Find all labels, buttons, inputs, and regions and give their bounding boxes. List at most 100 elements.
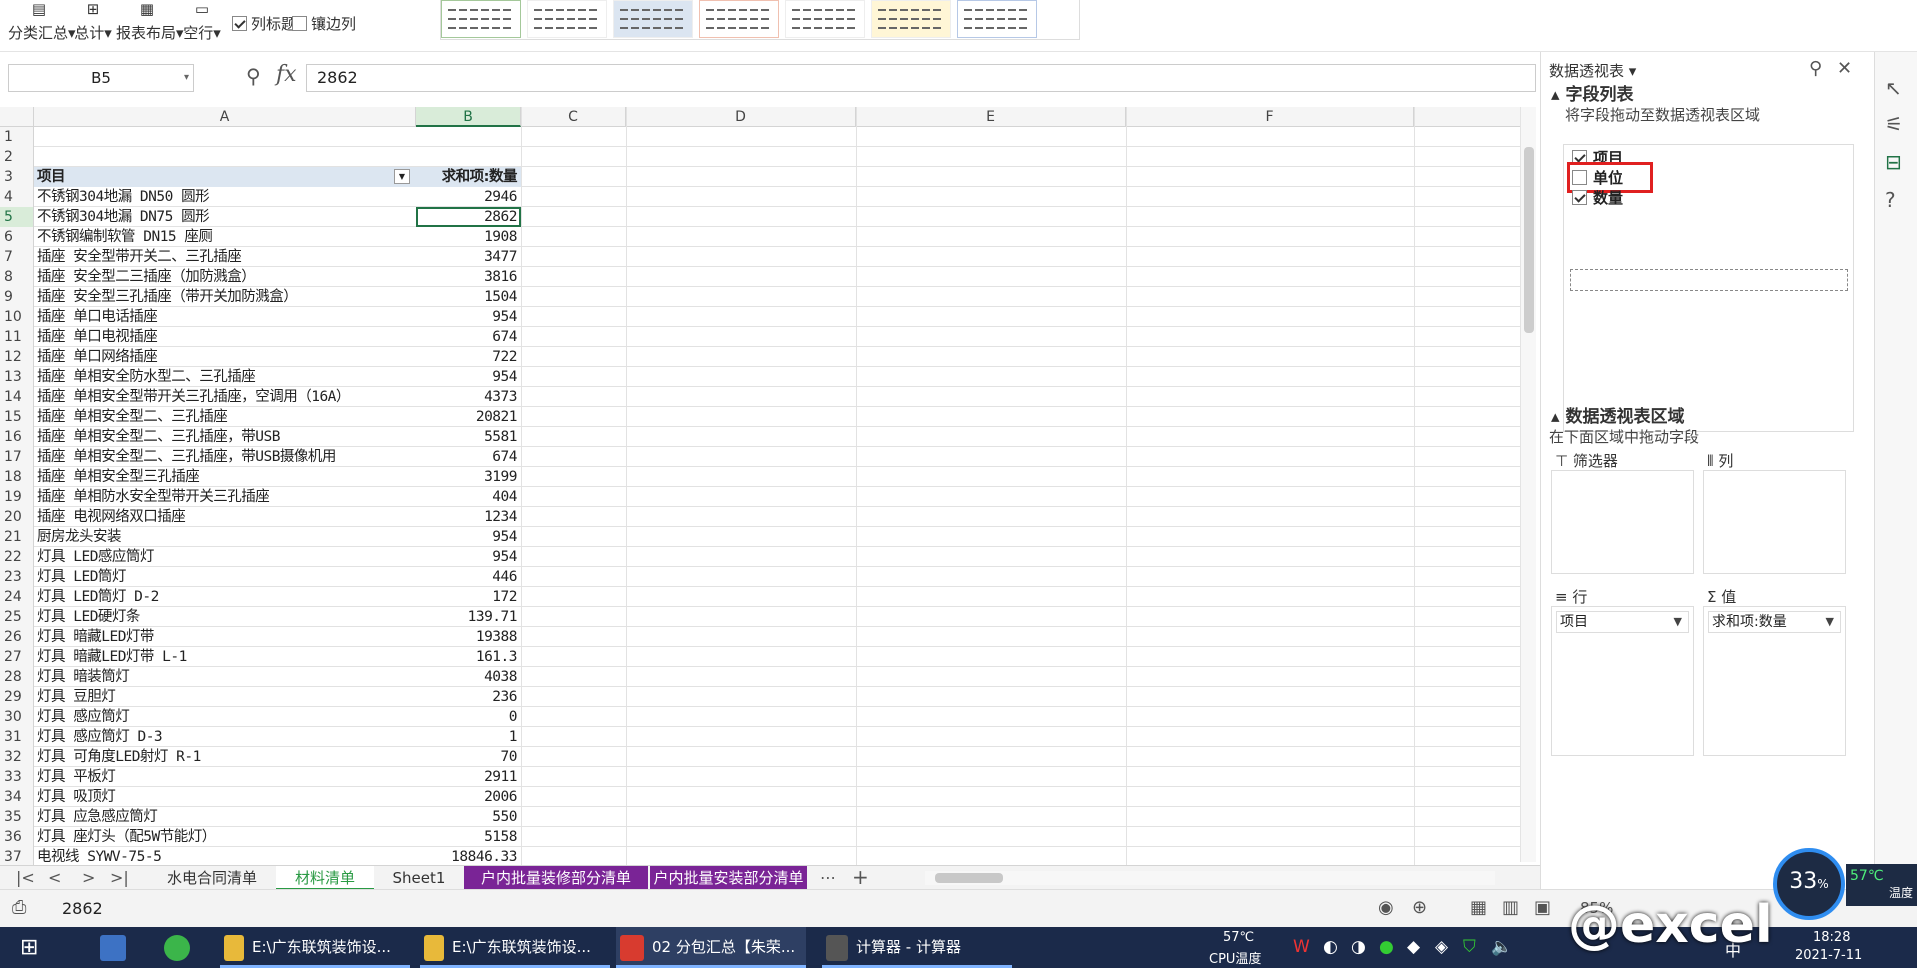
fx-icon[interactable]: fx [276,62,297,87]
vertical-scrollbar[interactable] [1520,107,1536,862]
column-header-g[interactable] [1414,107,1520,127]
cell-item[interactable]: 插座 单相安全型带开关三孔插座，空调用（16A） [34,387,416,407]
cell-value[interactable]: 2946 [416,187,521,207]
zoom-icon[interactable]: ⚲ [246,64,261,88]
close-icon[interactable]: ✕ [1837,58,1852,79]
name-box[interactable]: B5 ▾ [8,64,194,92]
cell-value[interactable]: 1908 [416,227,521,247]
cell-item[interactable]: 插座 单相安全型三孔插座 [34,467,416,487]
cell-item[interactable]: 灯具 可角度LED射灯 R-1 [34,747,416,767]
pivot-style-swatch[interactable] [785,0,865,38]
cell-item[interactable]: 灯具 座灯头（配5W节能灯） [34,827,416,847]
row-header[interactable]: 37 [0,847,34,865]
tray-icon[interactable]: ◐ [1323,937,1338,957]
cell-value[interactable]: 674 [416,447,521,467]
areas-title[interactable]: ▴ 数据透视表区域 [1551,402,1684,427]
row-header[interactable]: 29 [0,687,34,707]
app-icon[interactable] [96,927,134,968]
cursor-icon[interactable]: ↖ [1885,76,1902,100]
filter-drop-area[interactable] [1551,470,1694,574]
row-header[interactable]: 22 [0,547,34,567]
chevron-down-icon[interactable]: ▼ [1674,612,1682,632]
row-header[interactable]: 11 [0,327,34,347]
row-header[interactable]: 9 [0,287,34,307]
pivot-header-item[interactable]: 项目 [34,167,416,187]
row-header[interactable]: 18 [0,467,34,487]
cell-value[interactable]: 18846.33 [416,847,521,865]
cell-value[interactable]: 172 [416,587,521,607]
next-sheet-icon[interactable]: > [82,868,95,887]
sheet-tab-active[interactable]: 材料清单 [276,866,374,890]
cell-item[interactable]: 灯具 LED硬灯条 [34,607,416,627]
subtotal-button[interactable]: ▤ 分类汇总▾ [8,0,76,44]
cell-item[interactable]: 插座 安全型二三插座（加防溅盒） [34,267,416,287]
cell-item[interactable]: 插座 单口网络插座 [34,347,416,367]
cell-value[interactable]: 3816 [416,267,521,287]
field-item-highlighted[interactable]: 单位 [1567,162,1653,193]
cell-value[interactable]: 954 [416,367,521,387]
field-list-title[interactable]: ▴ 字段列表 [1551,80,1633,105]
row-field-pill[interactable]: 项目 ▼ [1556,611,1689,633]
column-header-d[interactable]: D [626,107,856,127]
cell-item[interactable]: 灯具 感应筒灯 [34,707,416,727]
page-layout-icon[interactable]: ▥ [1502,897,1519,918]
row-header[interactable]: 23 [0,567,34,587]
cell-item[interactable]: 插座 单相安全型二、三孔插座，带USB [34,427,416,447]
row-header[interactable]: 30 [0,707,34,727]
row-header[interactable]: 31 [0,727,34,747]
value-drop-area[interactable]: 求和项:数量 ▼ [1703,606,1846,756]
cell-item[interactable]: 不锈钢304地漏 DN75 圆形 [34,207,416,227]
row-header[interactable]: 12 [0,347,34,367]
tray-icon[interactable]: ◆ [1407,937,1420,957]
cell-value[interactable]: 674 [416,327,521,347]
cell-value[interactable]: 20821 [416,407,521,427]
taskbar-calculator-window[interactable]: 计算器 - 计算器 [822,927,1012,968]
column-header-b[interactable]: B [416,107,521,127]
pin-icon[interactable]: ⚲ [1809,58,1822,79]
cell-value[interactable]: 5581 [416,427,521,447]
cell-item[interactable]: 灯具 暗藏LED灯带 L-1 [34,647,416,667]
cell-value[interactable]: 0 [416,707,521,727]
row-header[interactable]: 3 [0,167,34,187]
pivot-style-swatch[interactable] [441,0,521,38]
column-header-c[interactable]: C [521,107,626,127]
cell-item[interactable]: 插座 单相安全型二、三孔插座 [34,407,416,427]
pivot-header-sum[interactable]: 求和项:数量 [416,167,521,187]
cell-item[interactable]: 灯具 暗装筒灯 [34,667,416,687]
normal-view-icon[interactable]: ▦ [1470,897,1487,918]
row-drop-area[interactable]: 项目 ▼ [1551,606,1694,756]
tray-icon[interactable]: ◈ [1435,937,1448,957]
cell-value[interactable]: 954 [416,547,521,567]
cell-item[interactable]: 插座 安全型带开关二、三孔插座 [34,247,416,267]
cell-value[interactable]: 70 [416,747,521,767]
row-header[interactable]: 20 [0,507,34,527]
pivot-style-swatch[interactable] [527,0,607,38]
freeze-icon[interactable]: ⊕ [1412,897,1427,918]
shield-icon[interactable]: ⛉ [1463,937,1476,957]
windows-start-icon[interactable]: ⊞ [16,927,38,968]
cell-value[interactable]: 404 [416,487,521,507]
scrollbar-thumb[interactable] [935,873,1003,883]
cell-value[interactable]: 446 [416,567,521,587]
cell-value[interactable]: 1 [416,727,521,747]
horizontal-scrollbar[interactable] [925,871,1495,885]
wechat-icon[interactable]: ● [1379,937,1394,957]
row-header[interactable]: 19 [0,487,34,507]
cell-item[interactable]: 插座 单相安全防水型二、三孔插座 [34,367,416,387]
row-header[interactable]: 15 [0,407,34,427]
pivot-style-swatch[interactable] [957,0,1037,38]
volume-icon[interactable]: 🔈 [1491,937,1512,957]
cell-item[interactable]: 灯具 LED筒灯 [34,567,416,587]
checkbox-checked-icon[interactable] [1572,190,1587,205]
sheet-tab[interactable]: 水电合同清单 [148,866,276,890]
row-header[interactable]: 25 [0,607,34,627]
wps-tray-icon[interactable]: W [1293,937,1310,957]
report-layout-button[interactable]: ▦ 报表布局▾ [116,0,184,44]
row-header[interactable]: 6 [0,227,34,247]
cell-item[interactable]: 厨房龙头安装 [34,527,416,547]
cell-value[interactable]: 4373 [416,387,521,407]
cell-value[interactable]: 954 [416,307,521,327]
row-header[interactable]: 26 [0,627,34,647]
row-header[interactable]: 27 [0,647,34,667]
page-break-icon[interactable]: ▣ [1534,897,1551,918]
